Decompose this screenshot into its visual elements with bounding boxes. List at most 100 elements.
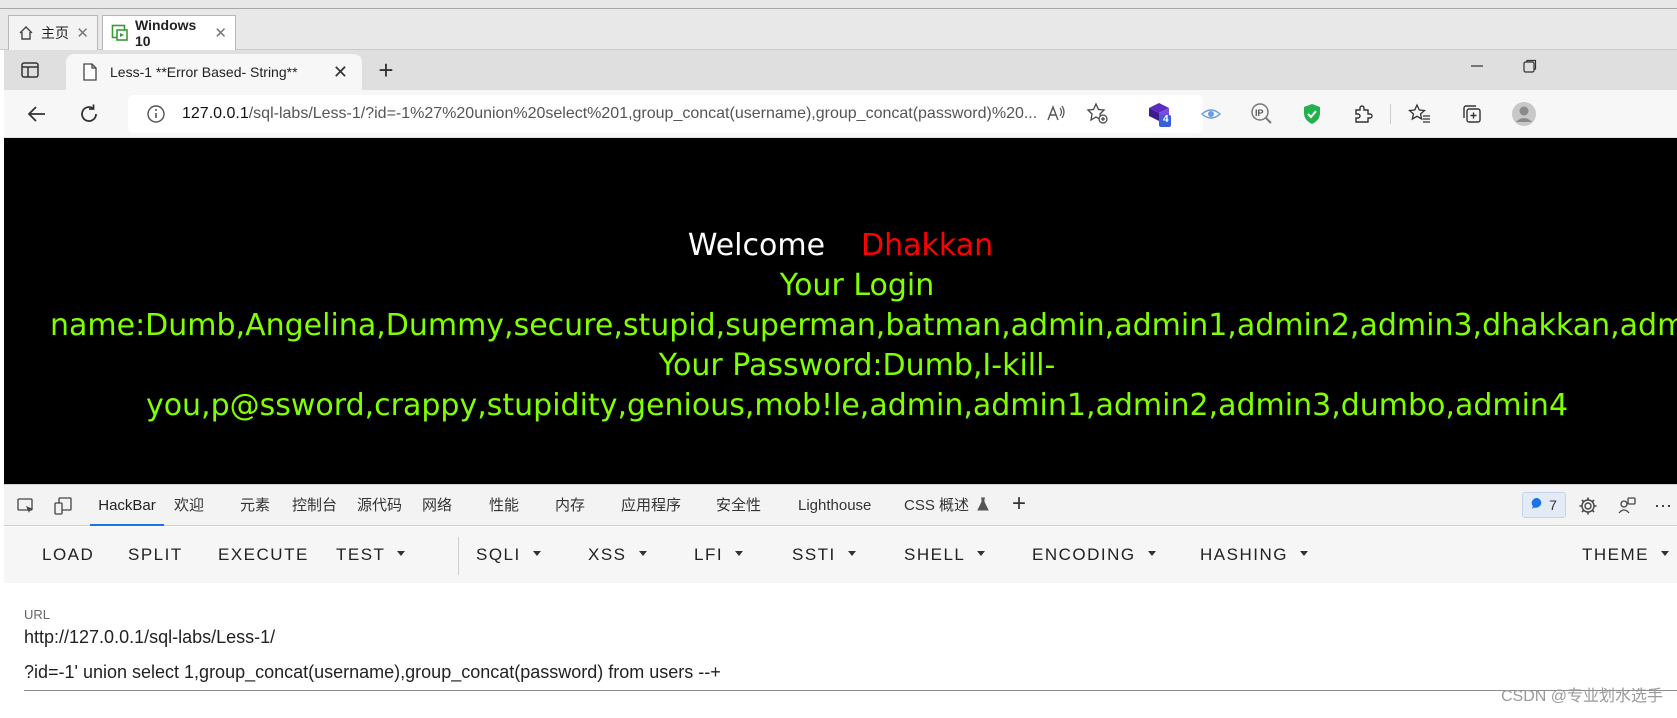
divider — [0, 8, 1677, 9]
tab-hackbar[interactable]: HackBar — [90, 485, 164, 526]
shell-menu[interactable]: SHELL — [904, 527, 986, 583]
home-icon — [17, 24, 35, 42]
tab-welcome[interactable]: 欢迎 — [174, 485, 204, 526]
welcome-line: Welcome Dhakkan — [4, 228, 1677, 263]
vm-tab-strip: 主页 ✕ Windows 10 ✕ — [0, 0, 1677, 50]
vm-tab-label: Windows 10 — [135, 17, 197, 49]
caret-down-icon — [847, 551, 856, 557]
url-field-underline — [24, 690, 1677, 691]
minimize-icon[interactable] — [1469, 58, 1485, 79]
hackbar-toolbar: LOAD SPLIT EXECUTE TEST SQLI XSS LFI SST… — [4, 527, 1677, 583]
divider — [1390, 104, 1391, 124]
tab-actions-icon[interactable] — [18, 58, 42, 82]
issues-icon — [1531, 497, 1544, 513]
tab-performance[interactable]: 性能 — [489, 485, 519, 526]
web-page: Welcome Dhakkan Your Login name:Dumb,Ange… — [4, 138, 1677, 484]
execute-button[interactable]: EXECUTE — [218, 527, 309, 583]
address-bar[interactable]: 127.0.0.1/sql-labs/Less-1/?id=-1%27%20un… — [128, 95, 1203, 133]
issues-badge[interactable]: 7 — [1522, 492, 1566, 518]
info-icon[interactable] — [146, 104, 166, 124]
refresh-icon[interactable] — [76, 101, 102, 127]
feedback-icon[interactable] — [1615, 494, 1639, 518]
tab-label: CSS 概述 — [904, 497, 970, 514]
caret-down-icon — [1147, 551, 1156, 557]
close-icon[interactable]: ✕ — [76, 24, 89, 42]
tab-application[interactable]: 应用程序 — [621, 485, 681, 526]
result-line: Your Login — [779, 268, 935, 303]
url-textarea-line[interactable]: ?id=-1' union select 1,group_concat(user… — [24, 662, 721, 683]
result-line: Your Password:Dumb,I-kill- — [658, 348, 1056, 383]
page-icon — [82, 63, 98, 81]
tab-console[interactable]: 控制台 — [292, 485, 337, 526]
encoding-menu[interactable]: ENCODING — [1032, 527, 1156, 583]
split-button[interactable]: SPLIT — [128, 527, 183, 583]
result-line: name:Dumb,Angelina,Dummy,secure,stupid,s… — [50, 308, 1677, 343]
devtools-tab-bar: HackBar 欢迎 元素 控制台 源代码 网络 性能 内存 应用程序 安全性 … — [4, 484, 1677, 526]
menu-label: LFI — [694, 545, 724, 564]
screen: 主页 ✕ Windows 10 ✕ Less-1 **Error Based- … — [0, 0, 1677, 718]
close-tab-icon[interactable]: ✕ — [333, 62, 348, 83]
url-textarea-line[interactable]: http://127.0.0.1/sql-labs/Less-1/ — [24, 627, 275, 648]
url-host: 127.0.0.1 — [182, 105, 249, 122]
vm-tab-windows[interactable]: Windows 10 ✕ — [102, 15, 236, 50]
divider — [458, 537, 459, 575]
svg-text:IP: IP — [1255, 108, 1264, 118]
new-tab-button[interactable]: + — [372, 55, 400, 85]
inspect-element-icon[interactable] — [14, 494, 38, 518]
ssti-menu[interactable]: SSTI — [792, 527, 856, 583]
caret-down-icon — [638, 551, 647, 557]
issues-count: 7 — [1549, 497, 1557, 513]
menu-label: SSTI — [792, 545, 836, 564]
favorites-icon[interactable] — [1406, 100, 1434, 128]
caret-down-icon — [977, 551, 986, 557]
menu-label: THEME — [1582, 545, 1649, 564]
tab-elements[interactable]: 元素 — [240, 485, 270, 526]
shield-icon[interactable] — [1298, 100, 1326, 128]
vm-tab-home[interactable]: 主页 ✕ — [8, 15, 98, 50]
url-path: /sql-labs/Less-1/?id=-1%27%20union%20sel… — [248, 105, 1038, 122]
add-panel-button[interactable]: + — [1012, 485, 1026, 526]
profile-avatar-icon[interactable] — [1510, 100, 1538, 128]
url-field-label: URL — [24, 607, 51, 622]
tab-sources[interactable]: 源代码 — [357, 485, 402, 526]
restore-icon[interactable] — [1522, 58, 1538, 79]
back-icon[interactable] — [24, 101, 50, 127]
tab-css-overview[interactable]: CSS 概述 — [904, 485, 989, 526]
collections-icon[interactable] — [1458, 100, 1486, 128]
result-line: you,p@ssword,crappy,stupidity,genious,mo… — [145, 388, 1569, 423]
caret-down-icon — [1299, 551, 1308, 557]
menu-label: SHELL — [904, 545, 966, 564]
welcome-text: Welcome — [687, 228, 826, 263]
menu-label: TEST — [336, 545, 386, 564]
settings-gear-icon[interactable] — [1576, 494, 1600, 518]
hashing-menu[interactable]: HASHING — [1200, 527, 1308, 583]
sqli-menu[interactable]: SQLI — [476, 527, 541, 583]
eye-extension-icon[interactable] — [1197, 100, 1225, 128]
menu-label: HASHING — [1200, 545, 1288, 564]
tab-network[interactable]: 网络 — [422, 485, 452, 526]
tab-lighthouse[interactable]: Lighthouse — [798, 485, 871, 526]
more-options-icon[interactable]: ⋯ — [1651, 494, 1675, 518]
caret-down-icon — [397, 551, 406, 557]
query-result: Your Login name:Dumb,Angelina,Dummy,secu… — [50, 266, 1677, 426]
hackbar-panel: URL http://127.0.0.1/sql-labs/Less-1/ ?i… — [4, 583, 1677, 718]
ip-extension-icon[interactable]: IP — [1248, 100, 1276, 128]
hackbar-extension-icon[interactable]: 4 — [1146, 100, 1174, 128]
extensions-puzzle-icon[interactable] — [1349, 100, 1377, 128]
tab-security[interactable]: 安全性 — [716, 485, 761, 526]
device-emulation-icon[interactable] — [51, 494, 75, 518]
test-menu[interactable]: TEST — [336, 527, 406, 583]
watermark: CSDN @专业划水选手 — [1500, 688, 1663, 705]
tab-title: Less-1 **Error Based- String** — [110, 64, 298, 80]
load-button[interactable]: LOAD — [42, 527, 94, 583]
add-favorite-icon[interactable] — [1085, 101, 1109, 125]
xss-menu[interactable]: XSS — [588, 527, 647, 583]
browser-tab-active[interactable]: Less-1 **Error Based- String** ✕ — [66, 54, 362, 90]
theme-menu[interactable]: THEME — [1582, 527, 1669, 583]
tab-memory[interactable]: 内存 — [555, 485, 585, 526]
close-icon[interactable]: ✕ — [214, 24, 227, 42]
read-aloud-icon[interactable] — [1044, 101, 1068, 125]
menu-label: XSS — [588, 545, 627, 564]
lfi-menu[interactable]: LFI — [694, 527, 744, 583]
menu-label: ENCODING — [1032, 545, 1136, 564]
